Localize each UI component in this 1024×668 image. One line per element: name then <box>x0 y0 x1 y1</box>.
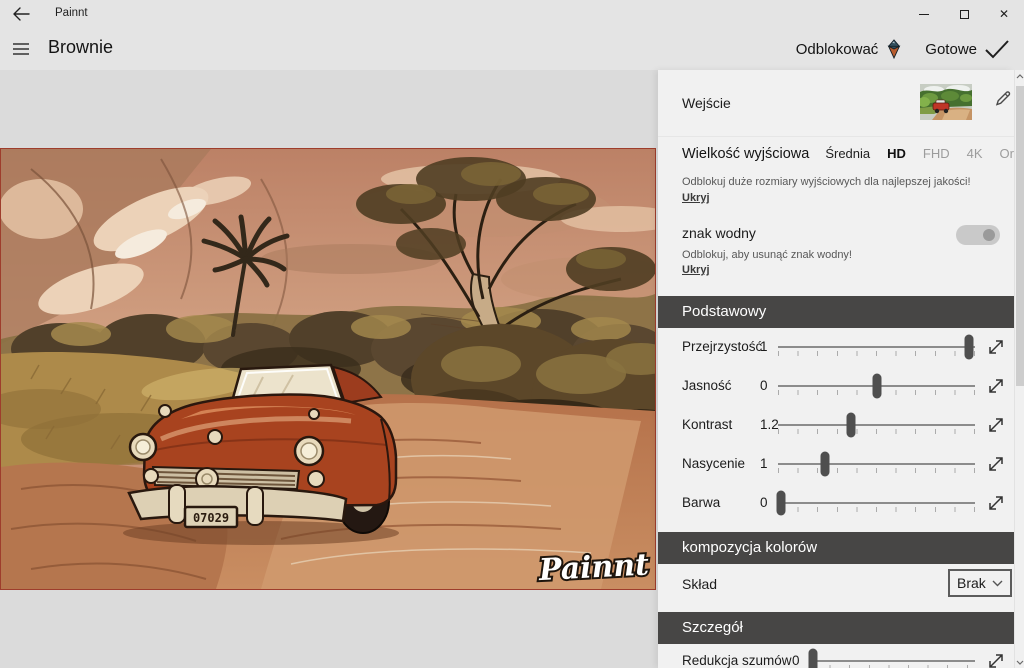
watermark-text: Painnt <box>537 547 650 588</box>
slider-track[interactable] <box>808 648 975 668</box>
size-unlock-note: Odblokuj duże rozmiary wyjściowych dla n… <box>682 176 971 188</box>
slider-row-przejrzystosc: Przejrzystość 1 <box>658 334 1014 360</box>
canvas-area: 07029 Painnt <box>0 70 658 668</box>
expand-slider-icon[interactable] <box>985 492 1007 514</box>
size-option-4k[interactable]: 4K <box>967 146 983 161</box>
watermark-label: znak wodny <box>682 225 756 241</box>
size-hide-link[interactable]: Ukryj <box>682 192 710 204</box>
minimize-button[interactable] <box>904 0 944 28</box>
slider-row-jasnosc: Jasność 0 <box>658 373 1014 399</box>
section-header-color-composition: kompozycja kolorów <box>658 532 1014 564</box>
slider-ticks <box>778 351 975 356</box>
menu-icon[interactable] <box>12 42 30 56</box>
slider-thumb[interactable] <box>776 490 786 516</box>
toggle-knob <box>983 229 995 241</box>
composition-label: Skład <box>682 576 718 592</box>
expand-slider-icon[interactable] <box>985 453 1007 475</box>
slider-value: 1 <box>760 456 768 471</box>
titlebar: Painnt ✕ <box>0 0 1024 28</box>
slider-row-kontrast: Kontrast 1.2 <box>658 412 1014 438</box>
style-name-title: Brownie <box>48 37 114 57</box>
slider-label: Redukcja szumów <box>682 653 792 668</box>
slider-value: 1 <box>760 339 768 354</box>
expand-slider-icon[interactable] <box>985 414 1007 436</box>
slider-label: Kontrast <box>682 417 733 432</box>
size-option-hd[interactable]: HD <box>887 146 906 161</box>
slider-label: Barwa <box>682 495 721 510</box>
expand-slider-icon[interactable] <box>985 375 1007 397</box>
slider-ticks <box>778 507 975 512</box>
done-label: Gotowe <box>925 40 977 58</box>
input-thumbnail[interactable] <box>920 84 972 120</box>
expand-slider-icon[interactable] <box>985 650 1007 668</box>
slider-label: Nasycenie <box>682 456 746 471</box>
input-label: Wejście <box>682 95 731 111</box>
output-size-options: Średnia HD FHD 4K Oryginal <box>825 146 1014 161</box>
composition-dropdown-value: Brak <box>957 575 986 591</box>
slider-track[interactable] <box>778 412 975 438</box>
slider-value: 0 <box>760 495 768 510</box>
slider-thumb[interactable] <box>846 412 856 438</box>
slider-track[interactable] <box>776 490 975 516</box>
unlock-button[interactable]: Odblokować <box>790 34 910 64</box>
slider-value: 0 <box>760 378 768 393</box>
slider-row-redukcja-szumow: Redukcja szumów 0 <box>658 648 1014 668</box>
slider-row-barwa: Barwa 0 <box>658 490 1014 516</box>
app-title: Painnt <box>55 7 88 19</box>
slider-value: 0 <box>792 653 800 668</box>
back-icon[interactable] <box>12 7 30 21</box>
output-size-label: Wielkość wyjściowa <box>682 146 810 162</box>
slider-value: 1.2 <box>760 417 779 432</box>
watermark-toggle[interactable] <box>956 225 1000 245</box>
input-thumbnail-image <box>920 84 972 120</box>
slider-ticks <box>778 429 975 434</box>
done-button[interactable]: Gotowe <box>919 35 1016 63</box>
license-plate: 07029 <box>193 511 229 525</box>
slider-label: Jasność <box>682 378 732 393</box>
slider-ticks <box>778 468 975 473</box>
slider-track[interactable] <box>778 334 975 360</box>
size-option-fhd[interactable]: FHD <box>923 146 950 161</box>
preview-image[interactable]: 07029 Painnt <box>0 148 656 590</box>
settings-panel: Wejście Wielkość wyjściowa Średnia HD FH… <box>658 70 1014 668</box>
slider-thumb[interactable] <box>872 373 881 399</box>
slider-thumb[interactable] <box>808 648 818 668</box>
scrollbar-down-arrow[interactable] <box>1015 656 1024 668</box>
size-option-srednia[interactable]: Średnia <box>825 146 870 161</box>
artwork-svg: 07029 Painnt <box>1 149 655 589</box>
maximize-button[interactable] <box>944 0 984 28</box>
window-controls: ✕ <box>904 0 1024 28</box>
section-header-detail: Szczegół <box>658 612 1014 644</box>
slider-track[interactable] <box>778 451 975 477</box>
slider-thumb[interactable] <box>964 334 974 360</box>
slider-thumb[interactable] <box>820 451 830 477</box>
composition-dropdown[interactable]: Brak <box>948 569 1012 597</box>
watermark-unlock-note: Odblokuj, aby usunąć znak wodny! <box>682 249 852 261</box>
divider <box>658 136 1014 137</box>
scrollbar-up-arrow[interactable] <box>1015 70 1024 82</box>
app-header: Brownie Odblokować Gotowe <box>0 28 1024 70</box>
slider-row-nasycenie: Nasycenie 1 <box>658 451 1014 477</box>
expand-slider-icon[interactable] <box>985 336 1007 358</box>
slider-label: Przejrzystość <box>682 339 763 354</box>
slider-track[interactable] <box>778 373 975 399</box>
unlock-label: Odblokować <box>795 40 879 58</box>
panel-scrollbar[interactable] <box>1014 70 1024 668</box>
check-icon <box>985 40 1009 59</box>
section-header-basic: Podstawowy <box>658 296 1014 328</box>
watermark-hide-link[interactable]: Ukryj <box>682 264 710 276</box>
edit-pencil-icon[interactable] <box>991 88 1013 110</box>
gem-icon <box>887 39 901 60</box>
close-button[interactable]: ✕ <box>984 0 1024 28</box>
painnt-window: Painnt ✕ Brownie Odblokować Gotowe 07029… <box>0 0 1024 668</box>
scrollbar-thumb[interactable] <box>1016 86 1024 386</box>
size-option-oryginal[interactable]: Oryginal <box>1000 146 1014 161</box>
chevron-down-icon <box>992 580 1003 586</box>
